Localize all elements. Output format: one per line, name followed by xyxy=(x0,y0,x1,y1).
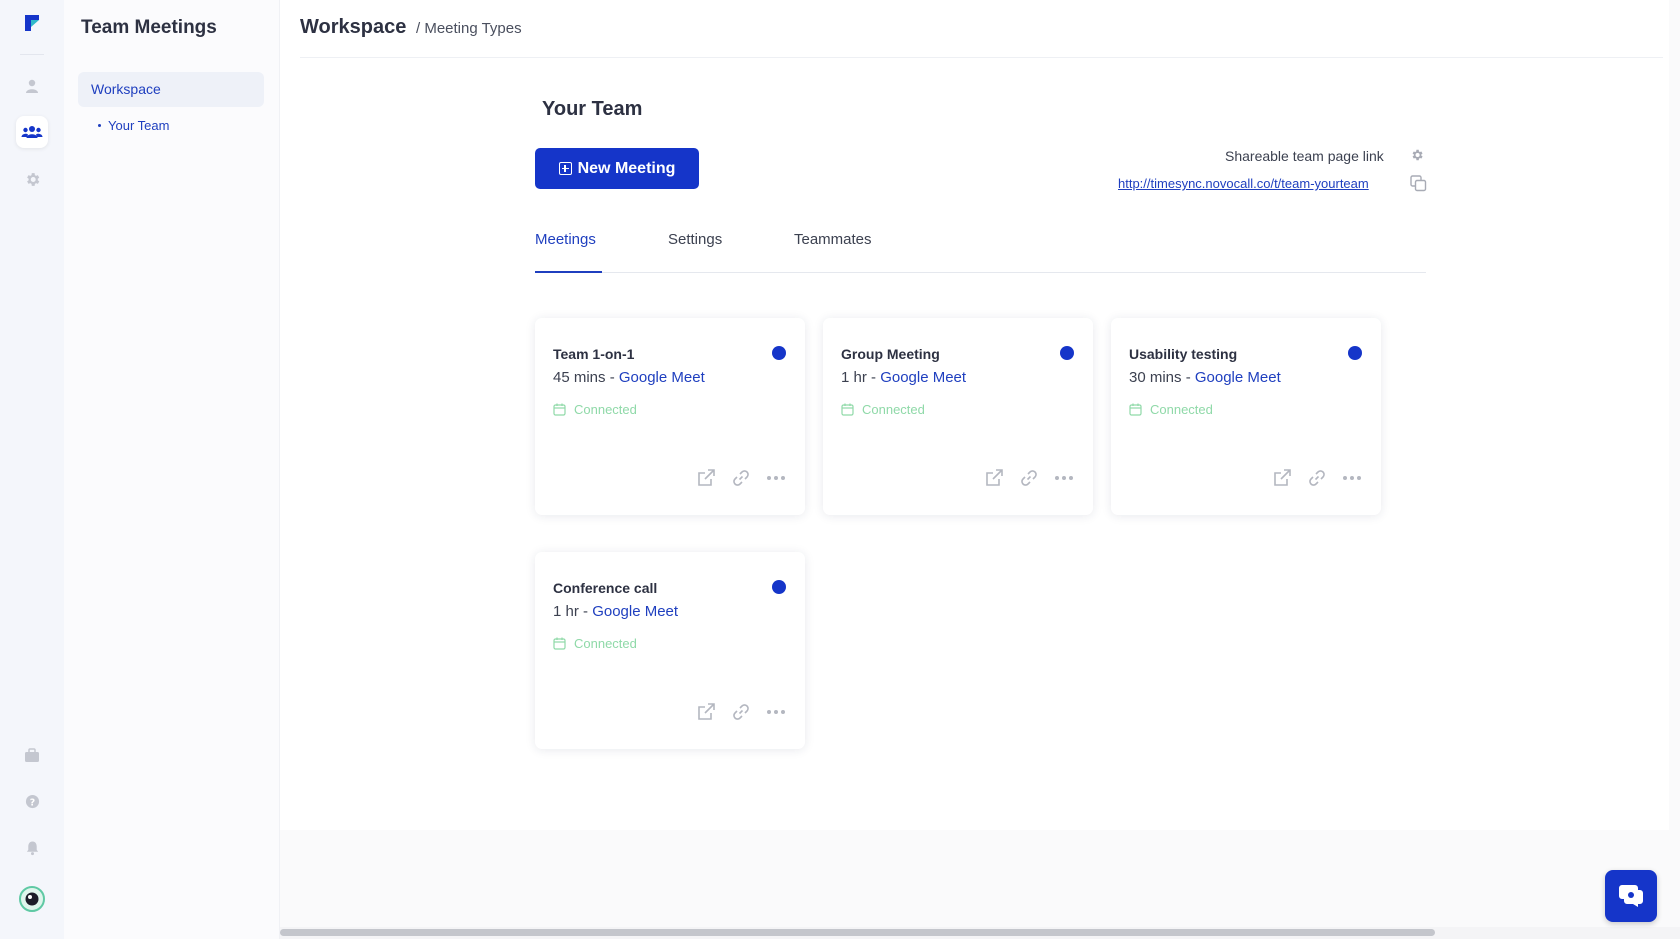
status-dot xyxy=(772,580,786,594)
card-actions xyxy=(695,701,787,723)
meeting-card[interactable]: Usability testing 30 mins - Google Meet … xyxy=(1111,318,1381,515)
new-meeting-label: New Meeting xyxy=(577,159,676,177)
more-icon[interactable] xyxy=(765,701,787,723)
header: Workspace / Meeting Types xyxy=(280,0,1680,58)
sidebar-item-your-team[interactable]: Your Team xyxy=(97,118,169,133)
footer-area xyxy=(280,830,1680,928)
rail-divider xyxy=(20,54,44,55)
meeting-card[interactable]: Group Meeting 1 hr - Google Meet Connect… xyxy=(823,318,1093,515)
user-icon[interactable] xyxy=(16,70,48,102)
connection-status: Connected xyxy=(553,636,637,651)
avatar[interactable] xyxy=(16,883,48,915)
meeting-title: Conference call xyxy=(553,580,658,596)
connection-status: Connected xyxy=(553,402,637,417)
sidebar-item-workspace[interactable]: Workspace xyxy=(78,72,264,107)
status-text: Connected xyxy=(862,402,925,417)
external-link-icon[interactable] xyxy=(695,701,717,723)
external-link-icon[interactable] xyxy=(983,467,1005,489)
tab-settings[interactable]: Settings xyxy=(668,231,722,273)
external-link-icon[interactable] xyxy=(1271,467,1293,489)
tab-teammates[interactable]: Teammates xyxy=(794,231,872,273)
tab-bar: Meetings Settings Teammates xyxy=(535,231,1426,273)
connection-status: Connected xyxy=(1129,402,1213,417)
vertical-scrollbar[interactable] xyxy=(1669,0,1680,927)
copy-icon[interactable] xyxy=(1410,175,1427,197)
link-icon[interactable] xyxy=(1018,467,1040,489)
chat-widget-icon xyxy=(1619,885,1643,907)
external-link-icon[interactable] xyxy=(695,467,717,489)
status-dot xyxy=(772,346,786,360)
gear-icon[interactable] xyxy=(1410,148,1424,167)
chat-widget-button[interactable] xyxy=(1605,870,1657,922)
meeting-platform: Google Meet xyxy=(618,369,705,386)
calendar-icon xyxy=(553,403,566,416)
page-title: Your Team xyxy=(542,98,643,120)
gear-icon[interactable] xyxy=(16,163,48,195)
logo-icon[interactable] xyxy=(16,7,48,39)
calendar-icon xyxy=(553,637,566,650)
icon-rail: ? xyxy=(0,0,64,939)
more-icon[interactable] xyxy=(765,467,787,489)
meeting-duration: 45 mins - Google Meet xyxy=(553,369,705,386)
status-text: Connected xyxy=(574,636,637,651)
plus-square-icon xyxy=(558,162,572,175)
tab-meetings[interactable]: Meetings xyxy=(535,231,602,273)
meeting-duration-text: 1 hr - xyxy=(841,369,877,386)
connection-status: Connected xyxy=(841,402,925,417)
header-divider xyxy=(300,57,1663,58)
meeting-title: Team 1-on-1 xyxy=(553,346,635,362)
meeting-platform: Google Meet xyxy=(1194,369,1281,386)
meeting-duration-text: 45 mins - xyxy=(553,369,615,386)
status-dot xyxy=(1348,346,1362,360)
meeting-duration: 30 mins - Google Meet xyxy=(1129,369,1281,386)
meeting-title: Group Meeting xyxy=(841,346,940,362)
meeting-title: Usability testing xyxy=(1129,346,1238,362)
team-icon[interactable] xyxy=(16,116,48,148)
breadcrumb-workspace[interactable]: Workspace xyxy=(300,16,406,39)
share-label: Shareable team page link xyxy=(1225,148,1384,164)
card-actions xyxy=(695,467,787,489)
card-actions xyxy=(1271,467,1363,489)
meeting-duration-text: 30 mins - xyxy=(1129,369,1191,386)
calendar-icon xyxy=(1129,403,1142,416)
status-dot xyxy=(1060,346,1074,360)
link-icon[interactable] xyxy=(730,701,752,723)
bell-icon[interactable] xyxy=(16,832,48,864)
more-icon[interactable] xyxy=(1341,467,1363,489)
meeting-duration: 1 hr - Google Meet xyxy=(553,603,678,620)
status-text: Connected xyxy=(1150,402,1213,417)
new-meeting-button[interactable]: New Meeting xyxy=(535,148,699,189)
sidebar-title: Team Meetings xyxy=(81,17,217,38)
status-text: Connected xyxy=(574,402,637,417)
meeting-card[interactable]: Team 1-on-1 45 mins - Google Meet Connec… xyxy=(535,318,805,515)
calendar-icon xyxy=(841,403,854,416)
link-icon[interactable] xyxy=(730,467,752,489)
link-icon[interactable] xyxy=(1306,467,1328,489)
svg-text:?: ? xyxy=(29,797,34,808)
share-link[interactable]: http://timesync.novocall.co/t/team-yourt… xyxy=(1118,176,1369,191)
meeting-duration-text: 1 hr - xyxy=(553,603,589,620)
briefcase-icon[interactable] xyxy=(16,739,48,771)
meeting-duration: 1 hr - Google Meet xyxy=(841,369,966,386)
meeting-card[interactable]: Conference call 1 hr - Google Meet Conne… xyxy=(535,552,805,749)
more-icon[interactable] xyxy=(1053,467,1075,489)
meeting-platform: Google Meet xyxy=(880,369,967,386)
help-icon[interactable]: ? xyxy=(16,785,48,817)
sidebar: Team Meetings Workspace Your Team xyxy=(64,0,280,939)
horizontal-scrollbar-thumb[interactable] xyxy=(280,929,1435,936)
breadcrumb-current: / Meeting Types xyxy=(416,20,522,37)
meeting-platform: Google Meet xyxy=(592,603,679,620)
card-actions xyxy=(983,467,1075,489)
